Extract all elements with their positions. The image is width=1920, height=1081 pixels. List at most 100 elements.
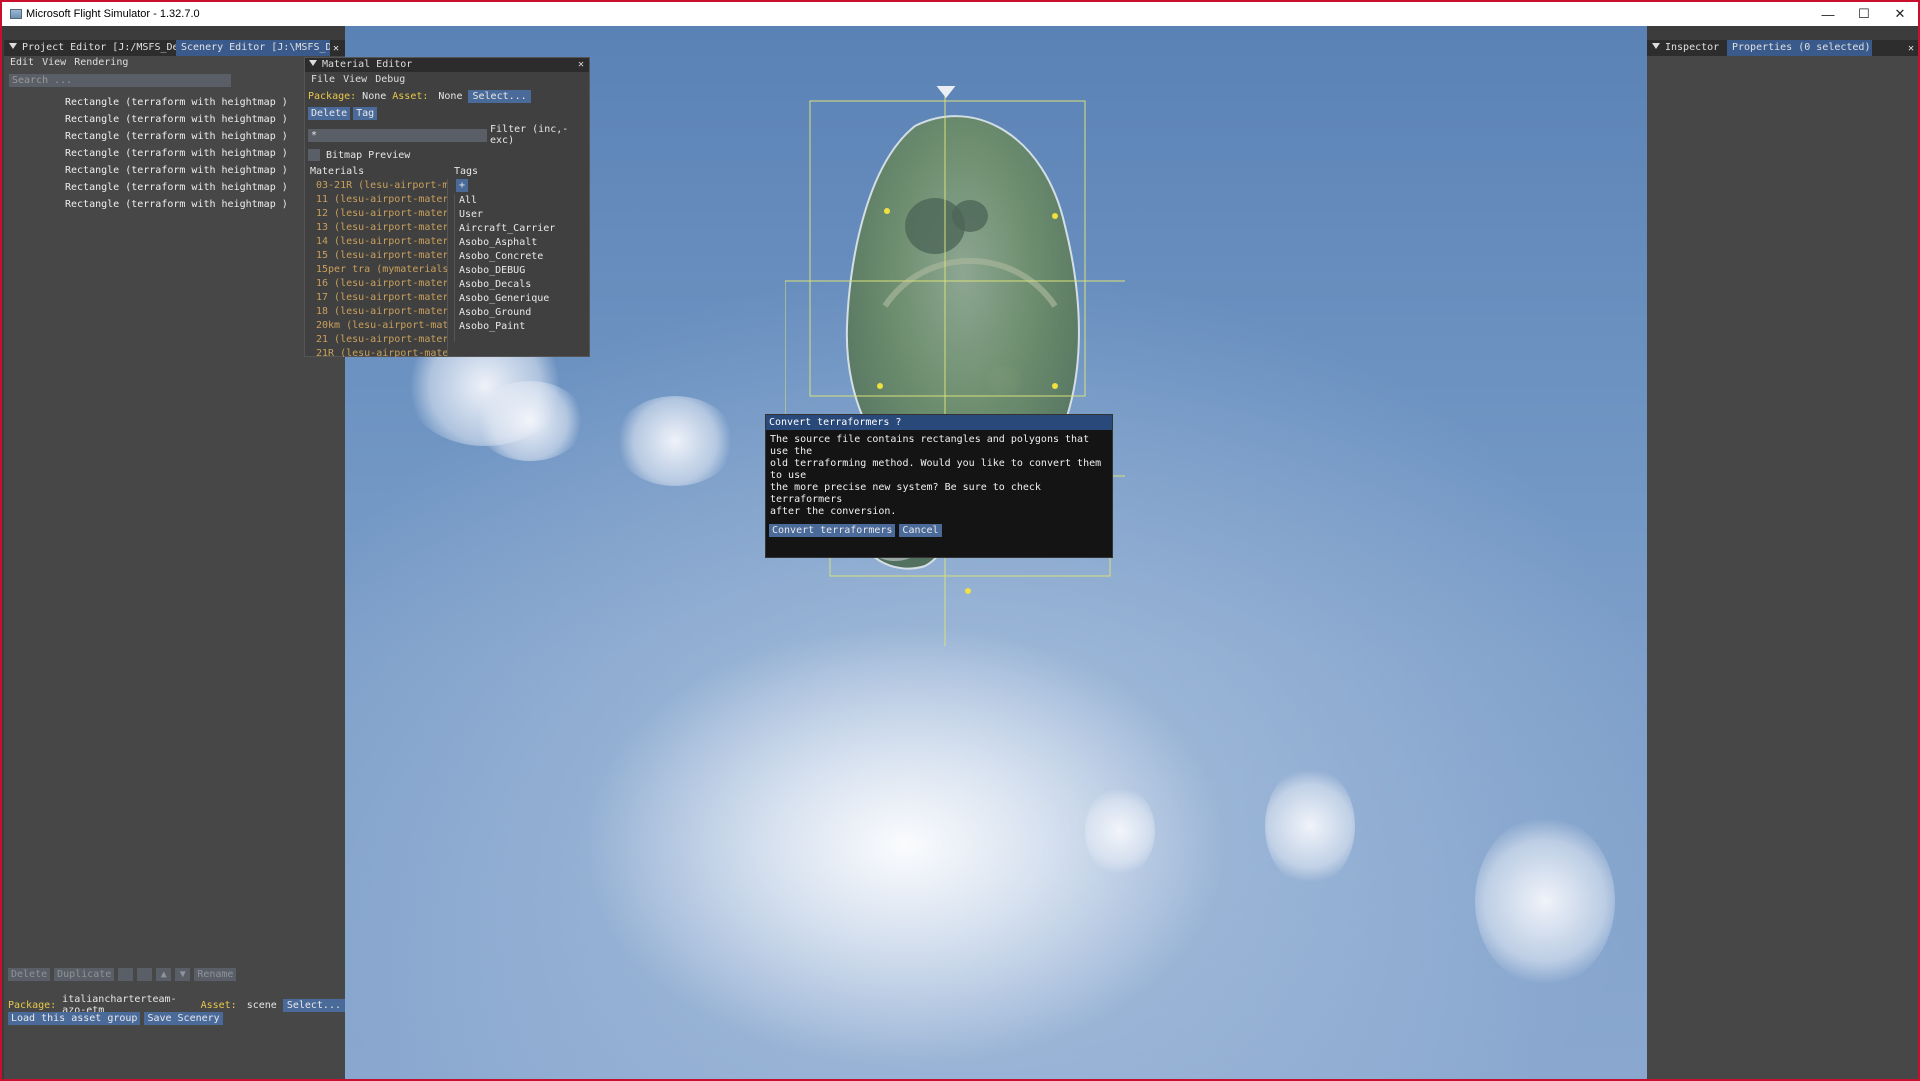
- cloud: [1475, 816, 1615, 986]
- convert-terraformers-dialog: Convert terraformers ? The source file c…: [765, 414, 1113, 558]
- tag-item[interactable]: Asobo_Concrete: [459, 250, 583, 264]
- dialog-message: The source file contains rectangles and …: [770, 434, 1102, 517]
- material-item[interactable]: 18 (lesu-airport-mater: [316, 305, 447, 319]
- tags-list[interactable]: All User Aircraft_Carrier Asobo_Asphalt …: [454, 194, 583, 342]
- menu-view[interactable]: View: [343, 73, 367, 87]
- tag-item[interactable]: Asobo_DEBUG: [459, 264, 583, 278]
- minimize-button[interactable]: —: [1810, 2, 1846, 26]
- tag-item[interactable]: Asobo_Decals: [459, 278, 583, 292]
- tab-inspector[interactable]: Inspector: [1647, 40, 1727, 56]
- package-value: None: [362, 91, 387, 102]
- bitmap-preview-checkbox[interactable]: [308, 149, 320, 161]
- materials-list[interactable]: 03-21R (lesu-airport-m 11 (lesu-airport-…: [310, 179, 448, 357]
- asset-label: Asset:: [392, 91, 429, 102]
- material-item[interactable]: 14 (lesu-airport-mater: [316, 235, 447, 249]
- material-editor-window: Material Editor ✕ File View Debug Packag…: [304, 57, 590, 357]
- filter-input[interactable]: *: [308, 128, 488, 142]
- collapse-icon[interactable]: [9, 43, 17, 49]
- rename-button[interactable]: Rename: [194, 968, 237, 981]
- folder-icon[interactable]: [118, 968, 134, 981]
- menu-view[interactable]: View: [42, 56, 66, 70]
- maximize-button[interactable]: ☐: [1846, 2, 1882, 26]
- bitmap-preview-row: Bitmap Preview: [305, 149, 589, 161]
- move-up-icon[interactable]: ▲: [156, 968, 172, 981]
- material-item[interactable]: 16 (lesu-airport-mater: [316, 277, 447, 291]
- cloud: [615, 396, 735, 486]
- window-title: Microsoft Flight Simulator - 1.32.7.0: [26, 8, 200, 20]
- new-folder-icon[interactable]: [137, 968, 153, 981]
- material-item[interactable]: 20km (lesu-airport-mat: [316, 319, 447, 333]
- app-icon: [10, 9, 22, 19]
- list-item[interactable]: Rectangle (terraform with heightmap ): [4, 128, 345, 145]
- tag-button[interactable]: Tag: [353, 107, 378, 120]
- tags-column: Tags + All User Aircraft_Carrier Asobo_A…: [448, 165, 583, 357]
- menu-edit[interactable]: Edit: [10, 56, 34, 70]
- list-item[interactable]: Rectangle (terraform with heightmap ): [4, 179, 345, 196]
- material-item[interactable]: 15per tra (mymaterials: [316, 263, 447, 277]
- material-item[interactable]: 21R (lesu-airport-mate: [316, 347, 447, 357]
- inspector-tab-bar: Inspector Properties (0 selected) ✕: [1647, 40, 1918, 56]
- material-item[interactable]: 15 (lesu-airport-mater: [316, 249, 447, 263]
- material-package-row: Package: None Asset: None Select...: [305, 90, 589, 103]
- island-map: [785, 86, 1125, 646]
- close-window-button[interactable]: ✕: [1882, 2, 1918, 26]
- scenery-menu-bar: Edit View Rendering: [4, 56, 345, 70]
- tag-item[interactable]: Aircraft_Carrier: [459, 222, 583, 236]
- tag-item[interactable]: User: [459, 208, 583, 222]
- material-item[interactable]: 11 (lesu-airport-mater: [316, 193, 447, 207]
- package-label: Package:: [8, 999, 57, 1011]
- duplicate-button[interactable]: Duplicate: [54, 968, 115, 981]
- delete-button[interactable]: Delete: [8, 968, 51, 981]
- tag-item[interactable]: Asobo_Generique: [459, 292, 583, 306]
- add-tag-button[interactable]: +: [456, 179, 469, 192]
- close-icon[interactable]: ✕: [1908, 43, 1918, 54]
- material-item[interactable]: 03-21R (lesu-airport-m: [316, 179, 447, 193]
- load-asset-group-button[interactable]: Load this asset group: [8, 1012, 141, 1025]
- collapse-icon[interactable]: [1652, 43, 1660, 49]
- tag-item[interactable]: All: [459, 194, 583, 208]
- menu-file[interactable]: File: [311, 73, 335, 87]
- select-asset-button[interactable]: Select...: [282, 998, 345, 1012]
- tab-properties[interactable]: Properties (0 selected): [1727, 40, 1872, 56]
- material-item[interactable]: 17 (lesu-airport-mater: [316, 291, 447, 305]
- scene-object-list: Rectangle (terraform with heightmap ) Re…: [4, 94, 345, 213]
- collapse-icon[interactable]: [309, 60, 317, 66]
- tag-item[interactable]: Asobo_Ground: [459, 306, 583, 320]
- close-icon[interactable]: ✕: [578, 58, 584, 72]
- select-asset-button[interactable]: Select...: [468, 90, 531, 103]
- bitmap-preview-label: Bitmap Preview: [326, 149, 411, 161]
- convert-terraformers-button[interactable]: Convert terraformers: [769, 524, 896, 537]
- dialog-buttons: Convert terraformers Cancel: [766, 524, 1112, 537]
- close-tab-icon[interactable]: ✕: [330, 43, 339, 54]
- tag-item[interactable]: Asobo_Asphalt: [459, 236, 583, 250]
- material-item[interactable]: 12 (lesu-airport-mater: [316, 207, 447, 221]
- cloud: [1085, 786, 1155, 876]
- tag-item[interactable]: Asobo_Paint: [459, 320, 583, 334]
- move-down-icon[interactable]: ▼: [175, 968, 191, 981]
- menu-rendering[interactable]: Rendering: [74, 56, 128, 70]
- tab-scenery-editor[interactable]: Scenery Editor [J:\MSFS_De…: [176, 40, 330, 56]
- search-input[interactable]: Search ...: [9, 74, 231, 87]
- cancel-button[interactable]: Cancel: [899, 524, 942, 537]
- app-window: Microsoft Flight Simulator - 1.32.7.0 — …: [0, 0, 1920, 1081]
- filter-row: * Filter (inc,-exc): [305, 124, 589, 146]
- material-item[interactable]: 21 (lesu-airport-mater: [316, 333, 447, 347]
- asset-value: scene: [246, 999, 277, 1011]
- material-item[interactable]: 13 (lesu-airport-mater: [316, 221, 447, 235]
- dialog-title: Convert terraformers ?: [766, 415, 1112, 430]
- list-item[interactable]: Rectangle (terraform with heightmap ): [4, 94, 345, 111]
- materials-column: Materials 03-21R (lesu-airport-m 11 (les…: [310, 165, 448, 357]
- editor-tab-bar: Project Editor [J:/MSFS_De… Scenery Edit…: [4, 40, 345, 56]
- delete-button[interactable]: Delete: [308, 107, 351, 120]
- tab-project-editor[interactable]: Project Editor [J:/MSFS_De…: [4, 40, 176, 56]
- save-scenery-button[interactable]: Save Scenery: [144, 1012, 223, 1025]
- material-editor-titlebar[interactable]: Material Editor ✕: [305, 58, 589, 72]
- scenery-editor-panel: Edit View Rendering Search ... Rectangle…: [4, 40, 345, 1079]
- list-item[interactable]: Rectangle (terraform with heightmap ): [4, 111, 345, 128]
- list-item[interactable]: Rectangle (terraform with heightmap ): [4, 162, 345, 179]
- list-item[interactable]: Rectangle (terraform with heightmap ): [4, 145, 345, 162]
- list-item[interactable]: Rectangle (terraform with heightmap ): [4, 196, 345, 213]
- tags-header: Tags: [454, 166, 479, 177]
- cloud: [1265, 766, 1355, 886]
- menu-debug[interactable]: Debug: [375, 73, 405, 87]
